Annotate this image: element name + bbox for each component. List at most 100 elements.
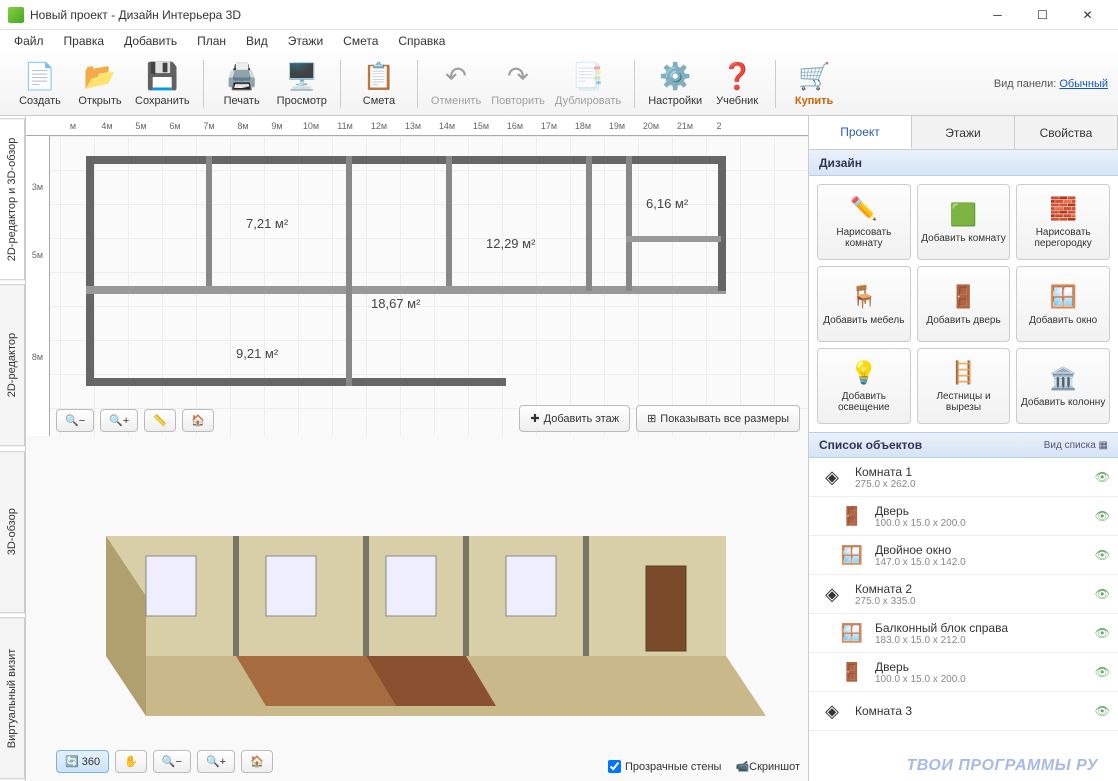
panel-mode-link[interactable]: Обычный (1059, 78, 1108, 90)
object-name: Дверь (875, 504, 1095, 518)
side-tab-project[interactable]: Проект (809, 116, 912, 149)
object-name: Дверь (875, 660, 1095, 674)
tool-add-door[interactable]: 🚪Добавить дверь (917, 266, 1011, 342)
menu-view[interactable]: Вид (238, 32, 276, 50)
zoom-in-icon: 🔍+ (206, 755, 226, 768)
vtab-2d-3d[interactable]: 2D-редактор и 3D-обзор (0, 118, 25, 280)
zoom-out-button[interactable]: 🔍− (56, 409, 94, 432)
vtab-virtual[interactable]: Виртуальный визит (0, 617, 25, 779)
menu-edit[interactable]: Правка (56, 32, 113, 50)
tb-preview[interactable]: 🖥️Просмотр (272, 58, 332, 110)
new-file-icon: 📄 (24, 61, 56, 93)
home-button[interactable]: 🏠 (182, 409, 214, 432)
ruler-icon: 📏 (153, 414, 167, 427)
tool-add-room[interactable]: 🟩Добавить комнату (917, 184, 1011, 260)
tool-stairs[interactable]: 🪜Лестницы и вырезы (917, 348, 1011, 424)
view3d-right-controls: Прозрачные стены 📹Скриншот (608, 760, 800, 773)
object-item[interactable]: 🪟 Балконный блок справа183.0 x 15.0 x 21… (809, 614, 1118, 653)
room-area-5: 9,21 м² (236, 346, 278, 361)
add-floor-button[interactable]: ✚Добавить этаж (519, 405, 630, 432)
tb-create[interactable]: 📄Создать (10, 58, 70, 110)
window-title: Новый проект - Дизайн Интерьера 3D (30, 8, 975, 22)
object-item[interactable]: ◈ Комната 3 👁 (809, 692, 1118, 731)
tb-save[interactable]: 💾Сохранить (130, 58, 195, 110)
screenshot-button[interactable]: 📹Скриншот (735, 760, 800, 773)
tool-add-lighting[interactable]: 💡Добавить освещение (817, 348, 911, 424)
cart-icon: 🛒 (798, 61, 830, 93)
copy-icon: 📑 (572, 61, 604, 93)
room-area-2: 18,67 м² (371, 296, 420, 311)
menu-estimate[interactable]: Смета (335, 32, 386, 50)
tb-undo: ↶Отменить (426, 58, 486, 110)
zoom-in-button[interactable]: 🔍+ (100, 409, 138, 432)
visibility-toggle-icon[interactable]: 👁 (1095, 548, 1110, 562)
side-tab-floors[interactable]: Этажи (912, 116, 1015, 149)
visibility-toggle-icon[interactable]: 👁 (1095, 470, 1110, 484)
tb-buy[interactable]: 🛒Купить (784, 58, 844, 110)
tool-add-column[interactable]: 🏛️Добавить колонну (1016, 348, 1110, 424)
tool-add-furniture[interactable]: 🪑Добавить мебель (817, 266, 911, 342)
tool-add-window[interactable]: 🪟Добавить окно (1016, 266, 1110, 342)
tb-settings[interactable]: ⚙️Настройки (643, 58, 707, 110)
object-dimensions: 275.0 x 262.0 (855, 479, 1095, 490)
titlebar: Новый проект - Дизайн Интерьера 3D ─ ☐ ✕ (0, 0, 1118, 30)
visibility-toggle-icon[interactable]: 👁 (1095, 509, 1110, 523)
redo-icon: ↷ (502, 61, 534, 93)
menu-help[interactable]: Справка (390, 32, 453, 50)
object-item[interactable]: 🚪 Дверь100.0 x 15.0 x 200.0 👁 (809, 653, 1118, 692)
menu-file[interactable]: Файл (6, 32, 52, 50)
show-dims-button[interactable]: ⊞Показывать все размеры (636, 405, 800, 432)
minimize-button[interactable]: ─ (975, 1, 1020, 29)
close-button[interactable]: ✕ (1065, 1, 1110, 29)
side-tabs: Проект Этажи Свойства (809, 116, 1118, 150)
ruler-left: 3м5м8м (26, 136, 50, 436)
object-list-head: Список объектов Вид списка ▦ (809, 432, 1118, 458)
transparent-walls-checkbox[interactable]: Прозрачные стены (608, 760, 721, 773)
zoom-out-3d-button[interactable]: 🔍− (153, 750, 191, 773)
visibility-toggle-icon[interactable]: 👁 (1095, 626, 1110, 640)
object-dimensions: 100.0 x 15.0 x 200.0 (875, 518, 1095, 529)
tb-print[interactable]: 🖨️Печать (212, 58, 272, 110)
menu-plan[interactable]: План (189, 32, 234, 50)
list-mode-link[interactable]: Вид списка ▦ (1044, 440, 1108, 451)
object-dimensions: 100.0 x 15.0 x 200.0 (875, 674, 1095, 685)
floorplan[interactable]: 7,21 м² 18,67 м² 12,29 м² 6,16 м² 9,21 м… (86, 156, 726, 406)
tool-draw-room[interactable]: ✏️Нарисовать комнату (817, 184, 911, 260)
visibility-toggle-icon[interactable]: 👁 (1095, 704, 1110, 718)
zoom-out-icon: 🔍− (65, 414, 85, 427)
canvas-area: м4м5м6м7м8м9м10м11м12м13м14м15м16м17м18м… (26, 116, 808, 781)
rotate-360-button[interactable]: 🔄 360 (56, 750, 109, 773)
object-item[interactable]: 🚪 Дверь100.0 x 15.0 x 200.0 👁 (809, 497, 1118, 536)
chair-icon: 🪑 (850, 283, 878, 311)
room-area-1: 7,21 м² (246, 216, 288, 231)
object-item[interactable]: ◈ Комната 1275.0 x 262.0 👁 (809, 458, 1118, 497)
side-tab-props[interactable]: Свойства (1015, 116, 1118, 149)
pan-button[interactable]: ✋ (115, 750, 147, 773)
undo-icon: ↶ (440, 61, 472, 93)
left-vertical-tabs: 2D-редактор и 3D-обзор 2D-редактор 3D-об… (0, 116, 26, 781)
vtab-2d[interactable]: 2D-редактор (0, 284, 25, 446)
object-item[interactable]: ◈ Комната 2275.0 x 335.0 👁 (809, 575, 1118, 614)
view-3d[interactable]: 🔄 360 ✋ 🔍− 🔍+ 🏠 Прозрачные стены 📹Скринш… (26, 436, 808, 781)
rotate-icon: 🔄 360 (65, 755, 100, 768)
visibility-toggle-icon[interactable]: 👁 (1095, 587, 1110, 601)
tool-draw-wall[interactable]: 🧱Нарисовать перегородку (1016, 184, 1110, 260)
tb-tutorial[interactable]: ❓Учебник (707, 58, 767, 110)
view3d-toolbar: 🔄 360 ✋ 🔍− 🔍+ 🏠 (56, 750, 273, 773)
object-name: Комната 2 (855, 582, 1095, 596)
wall-icon: 🧱 (1049, 195, 1077, 223)
plan-2d-view[interactable]: 3м5м8м 7,21 м² 18,67 м² 12,29 м² 6,16 м²… (26, 136, 808, 436)
zoom-in-3d-button[interactable]: 🔍+ (197, 750, 235, 773)
home-3d-button[interactable]: 🏠 (241, 750, 273, 773)
measure-button[interactable]: 📏 (144, 409, 176, 432)
object-item[interactable]: 🪟 Двойное окно147.0 x 15.0 x 142.0 👁 (809, 536, 1118, 575)
tb-open[interactable]: 📂Открыть (70, 58, 130, 110)
vtab-3d[interactable]: 3D-обзор (0, 451, 25, 613)
maximize-button[interactable]: ☐ (1020, 1, 1065, 29)
menu-add[interactable]: Добавить (116, 32, 185, 50)
visibility-toggle-icon[interactable]: 👁 (1095, 665, 1110, 679)
menu-floors[interactable]: Этажи (280, 32, 331, 50)
tb-estimate[interactable]: 📋Смета (349, 58, 409, 110)
object-list[interactable]: ◈ Комната 1275.0 x 262.0 👁🚪 Дверь100.0 x… (809, 458, 1118, 781)
gear-icon: ⚙️ (659, 61, 691, 93)
